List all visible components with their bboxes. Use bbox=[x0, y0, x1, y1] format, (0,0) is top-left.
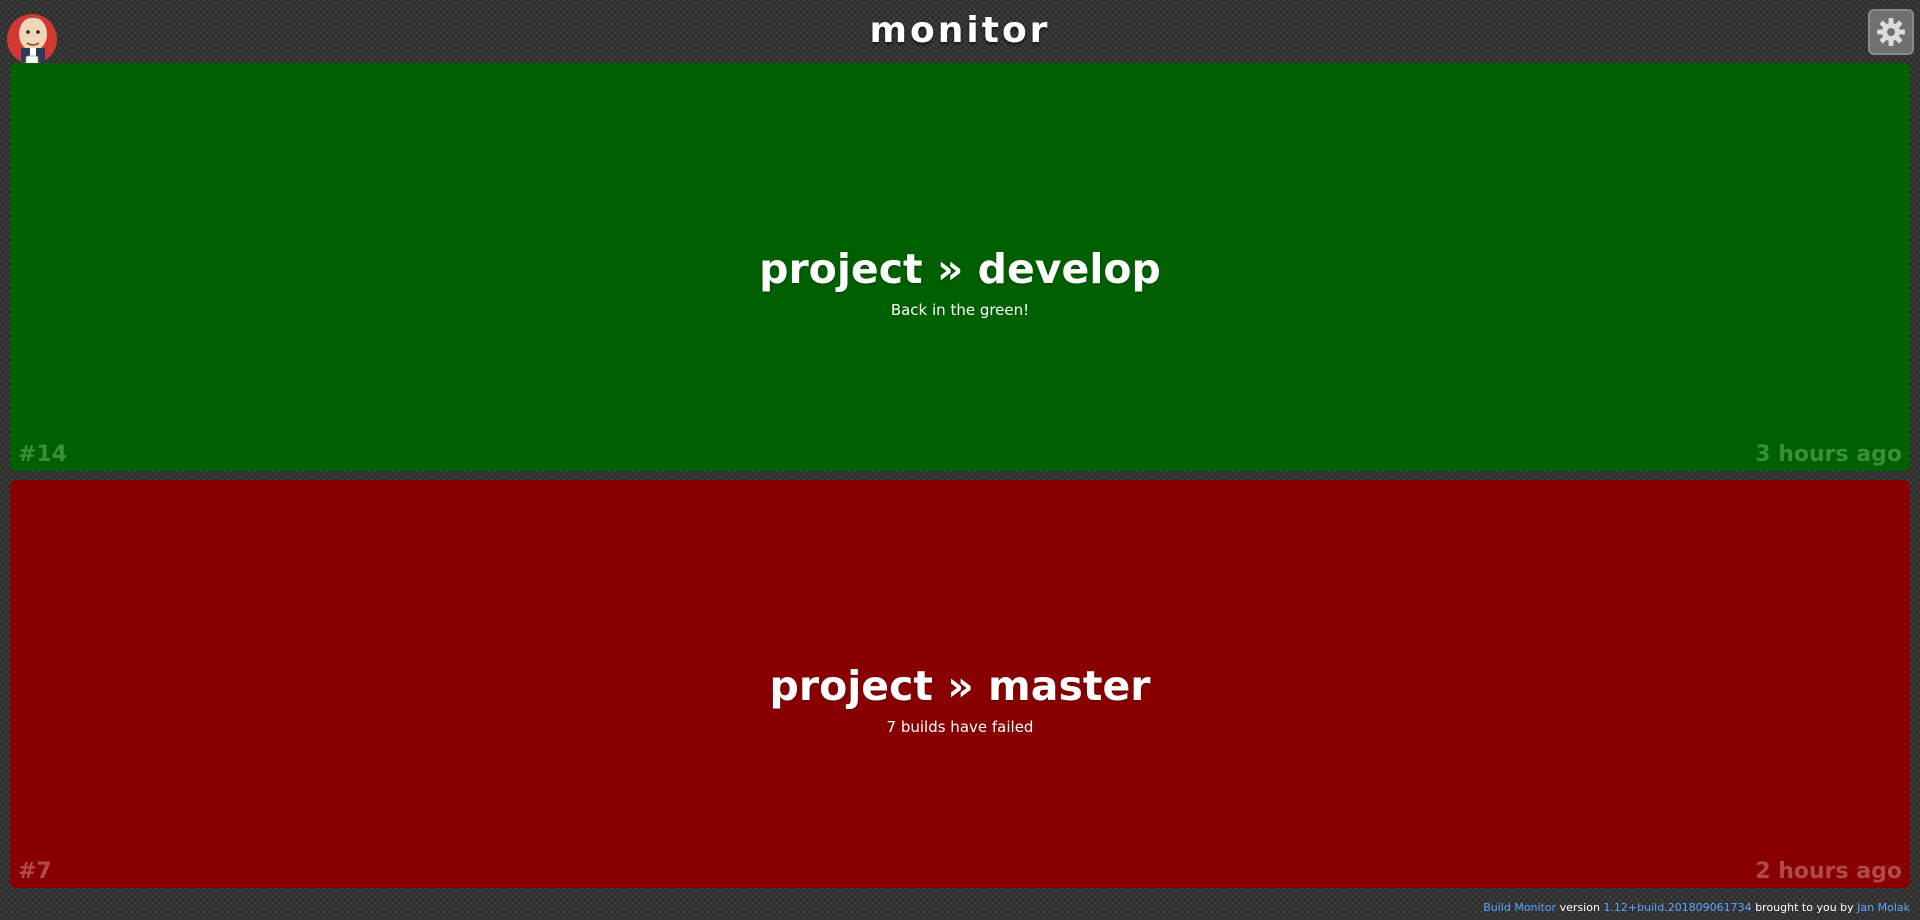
version-label: version bbox=[1559, 901, 1600, 914]
job-status: Back in the green! bbox=[890, 301, 1030, 319]
build-time: 3 hours ago bbox=[1755, 442, 1902, 467]
build-time: 2 hours ago bbox=[1755, 859, 1902, 884]
job-tile-master[interactable]: project » master 7 builds have failed #7… bbox=[10, 480, 1910, 888]
job-tile-develop[interactable]: project » develop Back in the green! #14… bbox=[10, 63, 1910, 471]
gear-icon bbox=[1877, 18, 1905, 46]
header: monitor bbox=[0, 0, 1920, 71]
job-status: 7 builds have failed bbox=[886, 718, 1034, 736]
page-title: monitor bbox=[869, 10, 1051, 51]
build-number[interactable]: #7 bbox=[18, 859, 52, 884]
footer: Build Monitor version 1.12+build.2018090… bbox=[1483, 901, 1910, 914]
build-monitor-link[interactable]: Build Monitor bbox=[1483, 901, 1556, 914]
credit-text: brought to you by bbox=[1755, 901, 1854, 914]
author-link[interactable]: Jan Molak bbox=[1857, 901, 1910, 914]
settings-button[interactable] bbox=[1868, 9, 1914, 55]
build-number[interactable]: #14 bbox=[18, 442, 67, 467]
version-link[interactable]: 1.12+build.201809061734 bbox=[1603, 901, 1751, 914]
job-name[interactable]: project » master bbox=[10, 662, 1910, 710]
job-name[interactable]: project » develop bbox=[10, 245, 1910, 293]
